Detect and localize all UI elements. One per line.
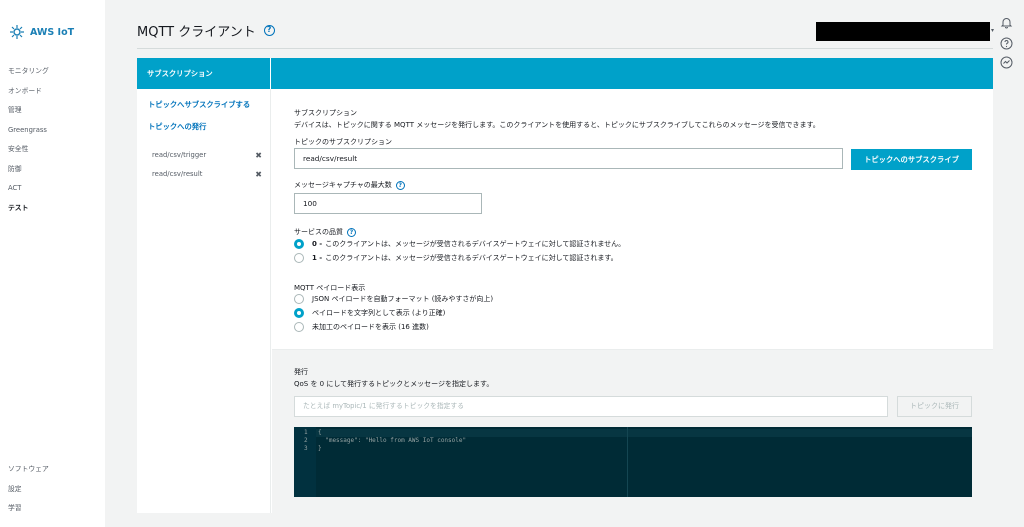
sidebar-item-act[interactable]: ACT <box>8 183 49 203</box>
publish-description: QoS を 0 にして発行するトピックとメッセージを指定します。 <box>294 380 494 388</box>
aws-iot-icon <box>10 25 24 39</box>
code-line: { <box>318 429 322 436</box>
max-capture-label-text: メッセージキャプチャの最大数 <box>294 181 392 189</box>
subscription-topic: read/csv/result <box>152 170 203 178</box>
payload-option-text: JSON ペイロードを自動フォーマット (読みやすさが向上) <box>312 295 494 303</box>
aws-iot-logo[interactable]: AWS IoT <box>9 24 74 40</box>
subscriptions-panel: トピックへサブスクライブする トピックへの発行 read/csv/trigger… <box>137 89 271 513</box>
topic-subscription-label: トピックのサブスクリプション <box>294 138 392 146</box>
payload-option-json[interactable]: JSON ペイロードを自動フォーマット (読みやすさが向上) <box>294 294 493 304</box>
editor-active-line <box>316 429 972 437</box>
close-icon[interactable]: ✖ <box>255 170 262 179</box>
max-capture-input[interactable]: 100 <box>294 193 482 214</box>
radio-button-checked[interactable] <box>294 239 304 249</box>
subscribe-form: サブスクリプション デバイスは、トピックに関する MQTT メッセージを発行しま… <box>272 89 993 513</box>
publish-section-title: 発行 <box>294 368 308 376</box>
close-icon[interactable]: ✖ <box>255 151 262 160</box>
sidebar-item-software[interactable]: ソフトウェア <box>8 464 49 484</box>
qos-label: サービスの品質? <box>294 227 356 237</box>
line-number: 3 <box>304 445 308 452</box>
publish-to-topic-link[interactable]: トピックへの発行 <box>148 122 206 132</box>
subscription-topic: read/csv/trigger <box>152 151 207 159</box>
payload-option-text: 未加工のペイロードを表示 (16 進数) <box>312 323 429 331</box>
left-sidebar: AWS IoT モニタリング オンボード 管理 Greengrass 安全性 防… <box>0 0 105 527</box>
chevron-down-icon[interactable]: ▾ <box>991 27 994 34</box>
help-circle-icon[interactable]: ? <box>263 25 275 36</box>
page-title: MQTT クライアント ? <box>137 21 275 40</box>
feedback-icon[interactable] <box>1000 56 1013 69</box>
sidebar-item-secure[interactable]: 安全性 <box>8 144 49 164</box>
side-nav: モニタリング オンボード 管理 Greengrass 安全性 防御 ACT テス… <box>8 66 49 222</box>
radio-button[interactable] <box>294 294 304 304</box>
sidebar-item-manage[interactable]: 管理 <box>8 105 49 125</box>
sidebar-item-settings[interactable]: 設定 <box>8 484 49 504</box>
subscribe-button[interactable]: トピックへのサブスクライブ <box>851 149 972 170</box>
line-number: 2 <box>304 437 308 444</box>
radio-button-checked[interactable] <box>294 308 304 318</box>
payload-option-text: ペイロードを文字列として表示 (より正確) <box>312 309 446 317</box>
qos-option-level: 0 - <box>312 240 323 248</box>
qos-label-text: サービスの品質 <box>294 228 343 236</box>
radio-button[interactable] <box>294 253 304 263</box>
side-nav-bottom: ソフトウェア 設定 学習 <box>8 464 49 523</box>
sidebar-item-onboard[interactable]: オンボード <box>8 86 49 106</box>
subscription-item[interactable]: read/csv/trigger ✖ <box>152 151 262 160</box>
qos-option-0[interactable]: 0 - このクライアントは、メッセージが受信されるデバイスゲートウェイに対して認… <box>294 239 625 249</box>
editor-print-margin <box>627 427 628 497</box>
sidebar-item-learn[interactable]: 学習 <box>8 503 49 523</box>
sidebar-item-test[interactable]: テスト <box>8 203 49 223</box>
line-number: 1 <box>304 429 308 436</box>
publish-section: 発行 QoS を 0 にして発行するトピックとメッセージを指定します。 たとえば… <box>272 349 993 513</box>
title-divider <box>137 48 993 49</box>
subscription-section-title: サブスクリプション <box>294 109 357 117</box>
bell-icon[interactable] <box>1000 16 1013 29</box>
message-editor[interactable]: 1 2 3 { "message": "Hello from AWS IoT c… <box>294 427 972 497</box>
tab-subscriptions[interactable]: サブスクリプション <box>137 58 271 89</box>
sidebar-item-monitoring[interactable]: モニタリング <box>8 66 49 86</box>
account-menu-redacted[interactable] <box>816 22 990 41</box>
page-title-text: MQTT クライアント <box>137 25 256 40</box>
payload-display-label: MQTT ペイロード表示 <box>294 284 366 292</box>
qos-option-1[interactable]: 1 - このクライアントは、メッセージが受信されるデバイスゲートウェイに対して認… <box>294 253 618 263</box>
payload-option-string[interactable]: ペイロードを文字列として表示 (より正確) <box>294 308 445 318</box>
subscription-item[interactable]: read/csv/result ✖ <box>152 170 262 179</box>
qos-option-text: このクライアントは、メッセージが受信されるデバイスゲートウェイに対して認証されま… <box>325 240 626 248</box>
code-line: } <box>318 445 322 452</box>
help-circle-icon[interactable]: ? <box>347 227 356 237</box>
payload-option-raw[interactable]: 未加工のペイロードを表示 (16 進数) <box>294 322 429 332</box>
publish-button[interactable]: トピックに発行 <box>897 396 972 417</box>
sidebar-item-greengrass[interactable]: Greengrass <box>8 125 49 145</box>
help-circle-icon[interactable]: ? <box>395 180 405 190</box>
mqtt-client-card: サブスクリプション トピックへサブスクライブする トピックへの発行 read/c… <box>137 58 993 513</box>
code-line: "message": "Hello from AWS IoT console" <box>318 437 467 444</box>
qos-option-level: 1 - <box>312 254 323 262</box>
qos-option-text: このクライアントは、メッセージが受信されるデバイスゲートウェイに対して認証されま… <box>325 254 618 262</box>
radio-button[interactable] <box>294 322 304 332</box>
topic-subscription-input[interactable]: read/csv/result <box>294 148 843 169</box>
subscribe-to-topic-link[interactable]: トピックへサブスクライブする <box>148 100 250 110</box>
publish-topic-input[interactable]: たとえば myTopic/1 に発行するトピックを指定する <box>294 396 888 417</box>
max-capture-label: メッセージキャプチャの最大数? <box>294 180 405 190</box>
subscription-description: デバイスは、トピックに関する MQTT メッセージを発行します。このクライアント… <box>294 121 820 129</box>
sidebar-item-defend[interactable]: 防御 <box>8 164 49 184</box>
brand-name: AWS IoT <box>30 26 75 38</box>
help-circle-icon[interactable] <box>1000 37 1013 50</box>
